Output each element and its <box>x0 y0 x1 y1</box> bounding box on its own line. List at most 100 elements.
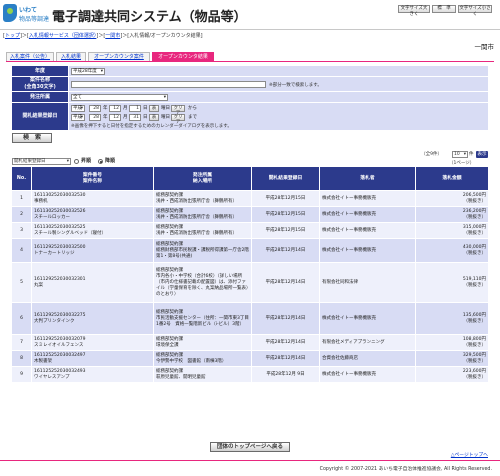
to-month-unit: 月 <box>123 115 128 120</box>
header-amount: 落札金額 <box>442 175 462 181</box>
row-case-cell: 161130252030032530 事務机 <box>32 191 154 206</box>
row-no-cell: 7 <box>12 335 32 350</box>
tab-open-counter-cases[interactable]: オープンカウンタ案件 <box>88 52 150 61</box>
row-no: 3 <box>20 227 23 233</box>
tab-bid-cases[interactable]: 入札案件（公告） <box>6 52 54 61</box>
row-amount-cell: 108,800円 （税抜き） <box>416 335 488 350</box>
tab-bid-results[interactable]: 入札結果 <box>56 52 86 61</box>
row-date-cell: 平成28年12月15日 <box>252 207 320 222</box>
page-top-link[interactable]: △ページトップへ <box>451 451 488 458</box>
case-name-input[interactable] <box>71 81 266 88</box>
row-winner: 株式会社イトー事務機販売 <box>322 211 376 217</box>
row-case-name[interactable]: スチールロッカー <box>34 215 70 221</box>
logo-mark-icon <box>3 4 17 22</box>
font-standard-button[interactable]: 標 準 <box>432 5 456 13</box>
row-date-cell: 平成28年12月 9日 <box>252 367 320 382</box>
display-button[interactable]: 表示 <box>476 151 488 158</box>
row-amount-cell: 223,600円 （税抜き） <box>416 367 488 382</box>
row-no-cell: 1 <box>12 191 32 206</box>
row-tax-note: （税抜き） <box>463 214 487 220</box>
row-case-name[interactable]: 事務机 <box>34 199 48 205</box>
to-day-input[interactable]: 31 <box>129 114 141 121</box>
logo-text-2: 物品等調達 <box>19 16 50 23</box>
breadcrumb-top[interactable]: トップ <box>5 33 20 39</box>
row-case-name[interactable]: スミレイオイルフェンス <box>34 343 83 349</box>
row-case-name[interactable]: ワイヤレスアンプ <box>34 375 70 381</box>
row-place: 今伊勢中学校 図書館（南棟3階） <box>156 358 227 364</box>
row-amount-cell: 135,600円 （税抜き） <box>416 303 488 334</box>
row-case-name[interactable]: 丸案 <box>34 283 43 289</box>
row-case-name[interactable]: 木製書架 <box>34 359 52 365</box>
case-name-note: ※部分一致で検索します。 <box>269 83 322 88</box>
row-tax-note: （税抜き） <box>463 230 487 236</box>
font-large-button[interactable]: 文字サイズ大きく <box>398 5 430 17</box>
from-clear-button[interactable]: クリア <box>171 105 185 116</box>
row-place: 浅井・西成消防出張所庁舎（舞鶴所有） <box>156 214 237 220</box>
row-no-cell: 5 <box>12 263 32 302</box>
site-logo[interactable]: いわて 物品等調達 <box>3 3 50 25</box>
back-to-top-button[interactable]: 団体のトップページへ戻る <box>210 442 290 452</box>
row-tax-note: （税抜き） <box>463 198 487 204</box>
per-page-select[interactable]: 10 <box>452 151 468 158</box>
row-winner: 合資会社佐藤商店 <box>322 355 358 361</box>
breadcrumb-municipality[interactable]: 一関市 <box>105 33 120 39</box>
from-era-select[interactable]: 平成 <box>71 105 85 112</box>
row-amount-cell: 329,500円 （税抜き） <box>416 351 488 366</box>
row-tax-note: （税抜き） <box>463 342 487 348</box>
row-case-cell: 161130252030032525 スチール製シングルベッド（寝付） <box>32 223 154 238</box>
row-winner-cell: 有限会社同和法律 <box>320 263 416 302</box>
breadcrumb-current: 入札情報/オープンカウンタ結果 <box>129 33 201 39</box>
row-winner-cell: 株式会社イトー事務機販売 <box>320 191 416 206</box>
table-row: 9 161125252030032493 ワイヤレスアンプ 総務部契約課 萩原児童館、開… <box>12 366 488 382</box>
row-case-name[interactable]: 大判プリンタインク <box>34 319 75 325</box>
row-case-name[interactable]: スチール製シングルベッド（寝付） <box>34 231 106 237</box>
row-tax-note: （税抜き） <box>463 374 487 380</box>
tab-underline <box>6 61 494 62</box>
site-header: いわて 物品等調達 電子調達共同システム（物品等） 文字サイズ大きく 標 準 文… <box>0 0 500 30</box>
order-asc-radio[interactable] <box>74 159 79 164</box>
row-no: 6 <box>20 315 23 321</box>
header-date: 開札結果登録日 <box>252 167 320 190</box>
header-no: No. <box>12 167 32 190</box>
system-title: 電子調達共同システム（物品等） <box>52 10 247 25</box>
breadcrumb-service[interactable]: 入札情報サービス（団体選択） <box>29 33 97 39</box>
to-clear-button[interactable]: クリア <box>171 114 185 125</box>
order-desc-label: 降順 <box>105 158 116 164</box>
row-no-cell: 4 <box>12 239 32 262</box>
from-calendar-icon[interactable]: 表 <box>149 105 159 112</box>
row-case-name[interactable]: トナーカートリッジ <box>34 251 75 257</box>
row-date: 平成28年12月15日 <box>265 195 306 201</box>
row-winner: 株式会社イトー事務機販売 <box>322 315 376 321</box>
row-dept-cell: 総務部契約課 浅井・西成消防出張所庁舎（舞鶴所有） <box>154 207 252 222</box>
tab-open-counter-results[interactable]: オープンカウンタ結果 <box>152 52 214 61</box>
row-place: 浅井・西成消防出張所庁舎（舞鶴所有） <box>156 230 237 236</box>
row-winner: 有限会社同和法律 <box>322 279 358 285</box>
from-month-input[interactable]: 12 <box>109 105 121 112</box>
row-date: 平成28年12月14日 <box>265 339 306 345</box>
table-header: No. 案件番号 案件名称 発注所属 納入場所 開札結果登録日 落札者 落札金額 <box>12 167 488 190</box>
row-date-cell: 平成28年12月14日 <box>252 335 320 350</box>
row-winner-cell: 有限会社メディアプランニング <box>320 335 416 350</box>
font-small-button[interactable]: 文字サイズ小さく <box>458 5 492 17</box>
to-calendar-icon[interactable]: 表 <box>149 114 159 121</box>
to-month-input[interactable]: 12 <box>109 114 121 121</box>
row-no-cell: 3 <box>12 223 32 238</box>
year-select[interactable]: 平成28年度 <box>71 68 105 75</box>
sort-select[interactable]: 開札結果登録日 <box>12 158 71 165</box>
year-label: 年度 <box>12 66 68 76</box>
from-year-input[interactable]: 28 <box>89 105 101 112</box>
to-year-input[interactable]: 28 <box>89 114 101 121</box>
dept-select[interactable]: 全て <box>71 94 168 101</box>
to-era-select[interactable]: 平成 <box>71 114 85 121</box>
row-no: 5 <box>20 279 23 285</box>
row-dept-cell: 総務部契約課 総務財務部市民税課・課税所得課第一庁舎2階 第1・第8号(共通) <box>154 239 252 262</box>
row-amount-cell: 519,110円 （税抜き） <box>416 263 488 302</box>
search-button[interactable]: 検 索 <box>12 133 52 143</box>
from-day-input[interactable]: 1 <box>129 105 141 112</box>
row-date-cell: 平成28年12月14日 <box>252 239 320 262</box>
order-desc-radio[interactable] <box>98 159 103 164</box>
row-place: 市民活動支援センター（住所：一関市東3丁目1番2号 資格一覧階新ビル（i-ビル）… <box>156 315 249 327</box>
result-count: （全9件） <box>421 152 442 157</box>
to-weekday-label: 曜日 <box>161 115 170 120</box>
row-winner-cell: 株式会社イトー事務機販売 <box>320 303 416 334</box>
